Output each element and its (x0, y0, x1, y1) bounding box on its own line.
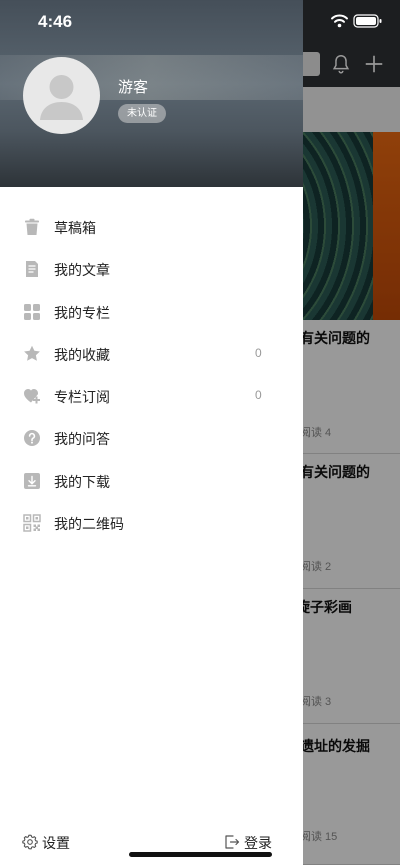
status-time: 4:46 (38, 12, 73, 31)
download-icon (24, 472, 40, 489)
side-drawer: 4:46 游客 未认证 草稿箱 我的文章 我的专栏 我的收藏 0 专栏订阅 0 … (0, 0, 303, 865)
menu-item-column-subscriptions[interactable]: 专栏订阅 0 (0, 375, 303, 417)
avatar[interactable] (23, 57, 100, 134)
profile-header: 4:46 游客 未认证 (0, 0, 303, 187)
menu-item-my-qrcode[interactable]: 我的二维码 (0, 502, 303, 544)
star-icon (24, 345, 40, 361)
menu-label: 我的收藏 (54, 346, 110, 363)
favorites-count: 0 (255, 345, 262, 360)
menu-label: 草稿箱 (54, 220, 96, 236)
menu-item-my-favorites[interactable]: 我的收藏 0 (0, 333, 303, 375)
menu-item-my-columns[interactable]: 我的专栏 (0, 291, 303, 333)
menu-label: 我的文章 (54, 262, 110, 279)
menu-item-my-downloads[interactable]: 我的下载 (0, 460, 303, 502)
verification-badge[interactable]: 未认证 (118, 104, 166, 123)
user-name[interactable]: 游客 (118, 76, 148, 97)
login-label: 登录 (244, 835, 272, 851)
menu-label: 我的专栏 (54, 304, 110, 321)
battery-icon (353, 14, 382, 28)
menu-item-my-qa[interactable]: 我的问答 (0, 417, 303, 459)
drawer-menu: 草稿箱 我的文章 我的专栏 我的收藏 0 专栏订阅 0 我的问答 我的下载 我的… (0, 206, 303, 544)
wifi-icon (331, 14, 348, 28)
status-icons (330, 12, 385, 30)
menu-item-drafts[interactable]: 草稿箱 (0, 206, 303, 248)
home-indicator (129, 852, 272, 857)
subscriptions-count: 0 (255, 388, 262, 403)
trash-icon (25, 218, 39, 235)
menu-label: 我的问答 (54, 431, 110, 448)
menu-item-my-articles[interactable]: 我的文章 (0, 248, 303, 290)
grid-icon (24, 303, 40, 320)
menu-label: 我的二维码 (54, 516, 124, 533)
question-icon (24, 430, 40, 447)
qrcode-icon (23, 514, 41, 532)
settings-label: 设置 (42, 835, 70, 851)
heart-plus-icon (24, 389, 40, 404)
user-icon (40, 75, 83, 120)
menu-label: 我的下载 (54, 473, 110, 490)
logout-icon (225, 835, 240, 849)
menu-label: 专栏订阅 (54, 389, 110, 406)
gear-icon (22, 834, 38, 850)
document-icon (26, 261, 38, 278)
